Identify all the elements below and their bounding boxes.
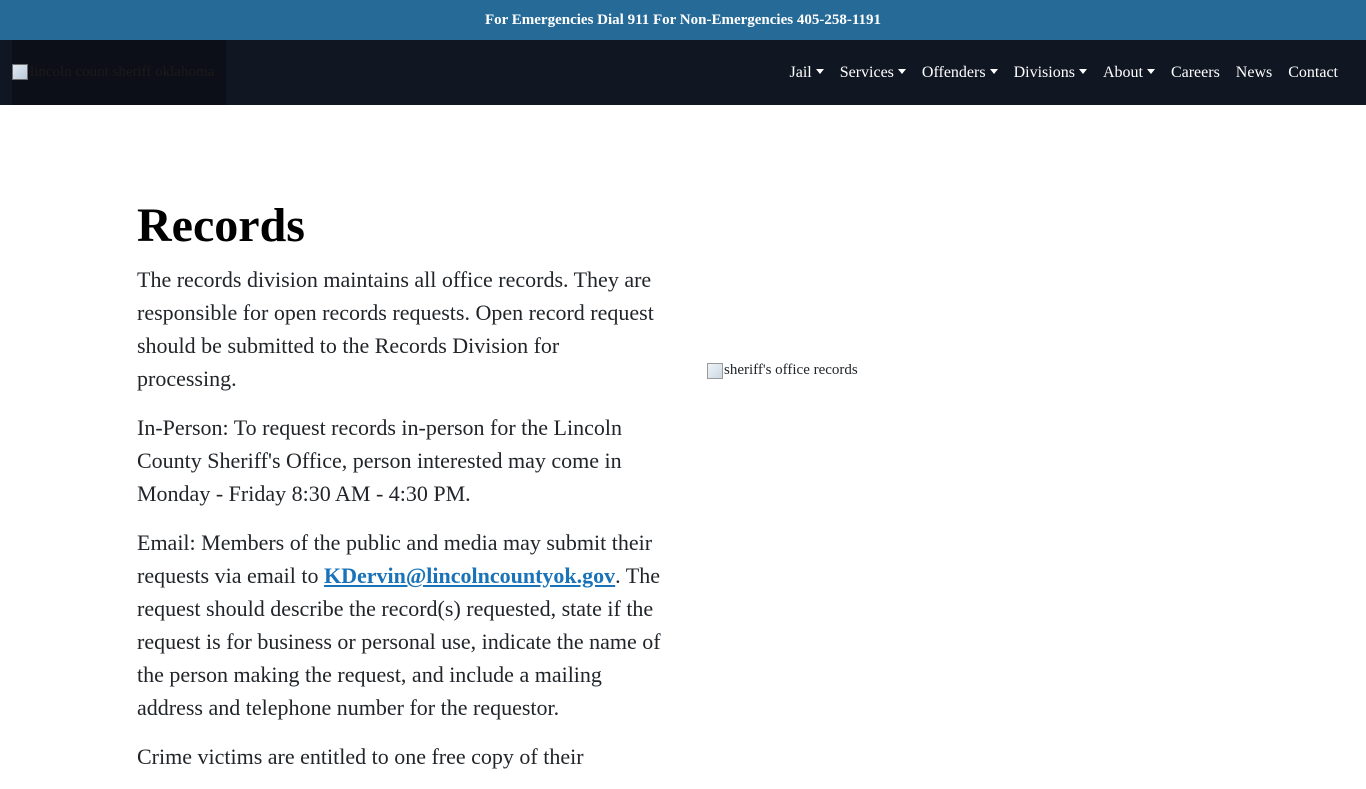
nav-item-jail[interactable]: Jail (781, 64, 831, 82)
chevron-down-icon (989, 69, 998, 74)
records-intro-paragraph: The records division maintains all offic… (137, 267, 654, 391)
chevron-down-icon (1078, 69, 1087, 74)
emergency-banner-text: For Emergencies Dial 911 For Non-Emergen… (484, 11, 882, 28)
records-image: sheriff's office records (707, 362, 858, 379)
emergency-banner: For Emergencies Dial 911 For Non-Emergen… (0, 0, 1366, 40)
nav-item-careers[interactable]: Careers (1163, 64, 1228, 82)
nav-item-services[interactable]: Services (832, 64, 914, 82)
logo-alt-text: lincoln count sheriff oklahoma (30, 64, 215, 80)
records-text-column: Records The records division maintains a… (137, 197, 662, 789)
nav-item-label: News (1235, 63, 1273, 81)
broken-image-icon (12, 63, 28, 80)
records-email-link[interactable]: KDervin@lincolncountyok.gov (324, 563, 615, 588)
site-logo[interactable]: lincoln count sheriff oklahoma (12, 40, 226, 105)
records-image-alt-text: sheriff's office records (724, 362, 858, 378)
nav-menu: Jail Services Offenders Divisions About … (781, 64, 1346, 82)
nav-item-label: Divisions (1013, 63, 1075, 81)
nav-item-divisions[interactable]: Divisions (1006, 64, 1095, 82)
nav-item-label: Offenders (921, 63, 986, 81)
nav-item-news[interactable]: News (1228, 64, 1280, 82)
main-content: Records The records division maintains a… (0, 105, 1366, 769)
email-paragraph: Email: Members of the public and media m… (137, 526, 662, 724)
main-navbar: lincoln count sheriff oklahoma Jail Serv… (0, 40, 1366, 105)
nav-item-label: Services (839, 63, 894, 81)
nav-item-label: Careers (1170, 63, 1220, 81)
nav-item-about[interactable]: About (1095, 64, 1163, 82)
page-title: Records (137, 199, 305, 252)
crime-victims-paragraph: Crime victims are entitled to one free c… (137, 744, 584, 769)
nav-item-label: Jail (789, 63, 812, 81)
nav-item-offenders[interactable]: Offenders (914, 64, 1006, 82)
nav-item-label: Contact (1288, 63, 1338, 81)
nav-item-label: About (1102, 63, 1143, 81)
chevron-down-icon (1146, 69, 1155, 74)
broken-image-icon (707, 362, 723, 379)
nav-item-contact[interactable]: Contact (1280, 64, 1346, 82)
chevron-down-icon (815, 69, 824, 74)
chevron-down-icon (897, 69, 906, 74)
in-person-paragraph: In-Person: To request records in-person … (137, 415, 622, 506)
